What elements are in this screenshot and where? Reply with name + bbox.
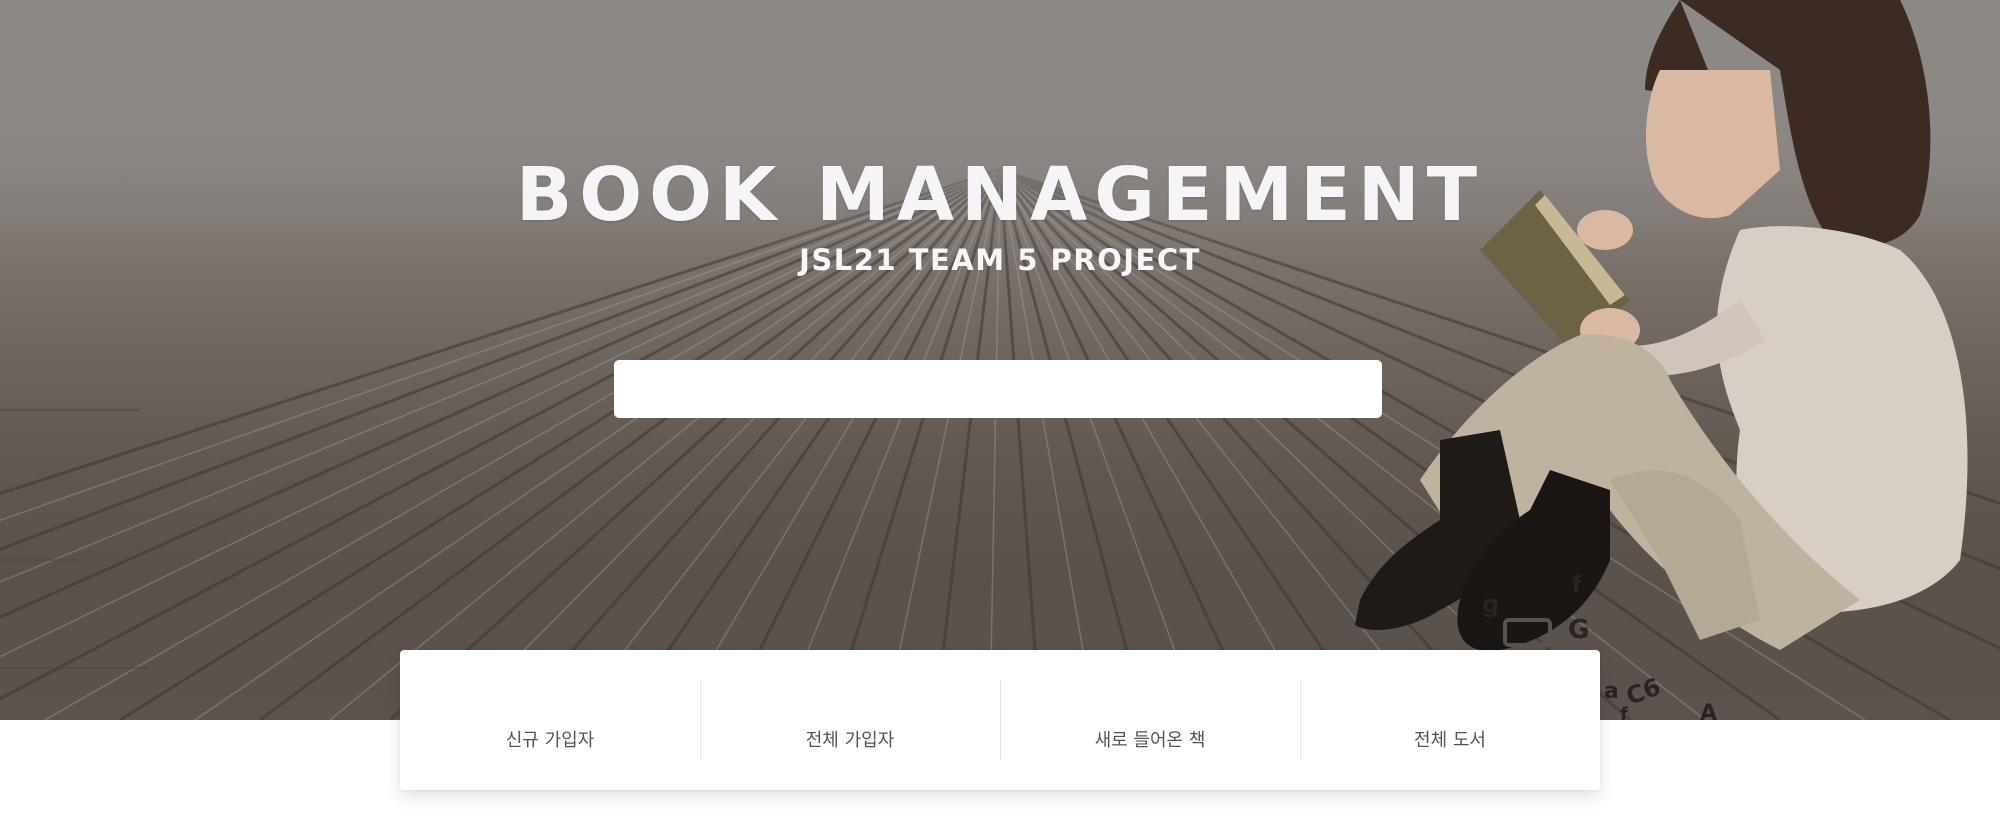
hero-banner: g f G a C6 f A BOOK MANAGEMENT JSL21 TEA… <box>0 0 2000 720</box>
stat-new-members[interactable]: 신규 가입자 <box>400 650 700 790</box>
stat-label: 신규 가입자 <box>505 730 595 751</box>
stat-label: 전체 도서 <box>1414 730 1486 751</box>
svg-text:f: f <box>1572 573 1582 598</box>
svg-text:A: A <box>1700 701 1717 720</box>
page-subtitle: JSL21 TEAM 5 PROJECT <box>799 243 1201 277</box>
stat-new-books[interactable]: 새로 들어온 책 <box>1000 650 1300 790</box>
stat-label: 새로 들어온 책 <box>1094 730 1206 751</box>
stat-all-books[interactable]: 전체 도서 <box>1300 650 1600 790</box>
svg-text:G: G <box>1568 615 1589 645</box>
page-title: BOOK MANAGEMENT <box>515 152 1485 238</box>
stat-all-members[interactable]: 전체 가입자 <box>700 650 1000 790</box>
summary-stats-card: 신규 가입자 전체 가입자 새로 들어온 책 전체 도서 <box>400 650 1600 790</box>
svg-text:f: f <box>1620 704 1628 720</box>
svg-text:a: a <box>1604 679 1619 704</box>
svg-text:g: g <box>1482 590 1499 618</box>
search-input[interactable] <box>614 360 1382 418</box>
svg-text:C6: C6 <box>1622 673 1664 711</box>
stat-label: 전체 가입자 <box>805 730 895 751</box>
